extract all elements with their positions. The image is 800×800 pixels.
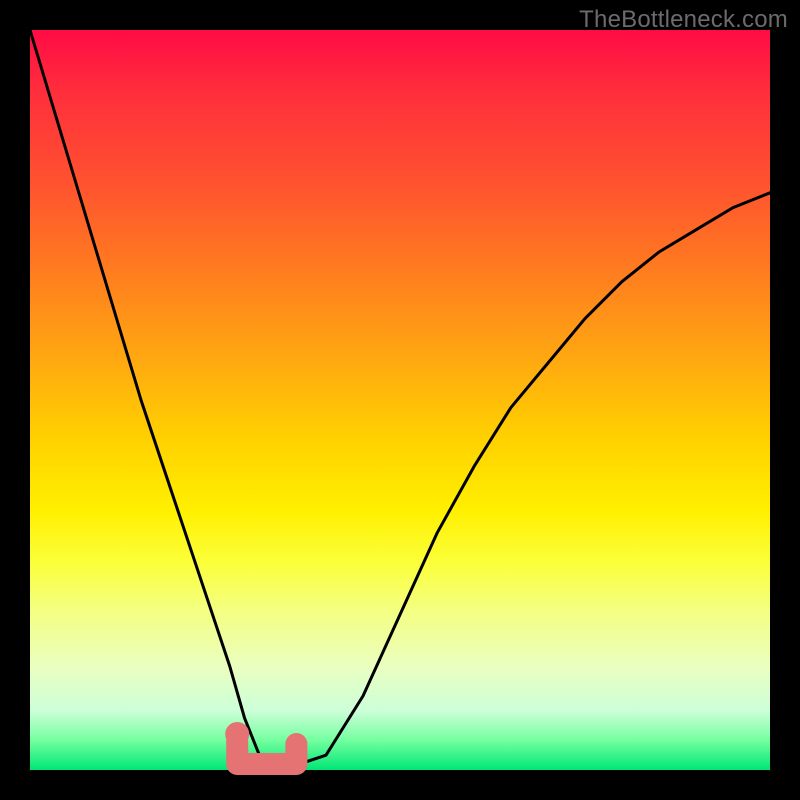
chart-container: TheBottleneck.com	[0, 0, 800, 800]
optimal-range-dot	[225, 722, 249, 746]
optimal-range-marker	[237, 740, 296, 764]
plot-area	[30, 30, 770, 770]
bottleneck-curve-svg	[30, 30, 770, 770]
bottleneck-curve	[30, 30, 770, 770]
